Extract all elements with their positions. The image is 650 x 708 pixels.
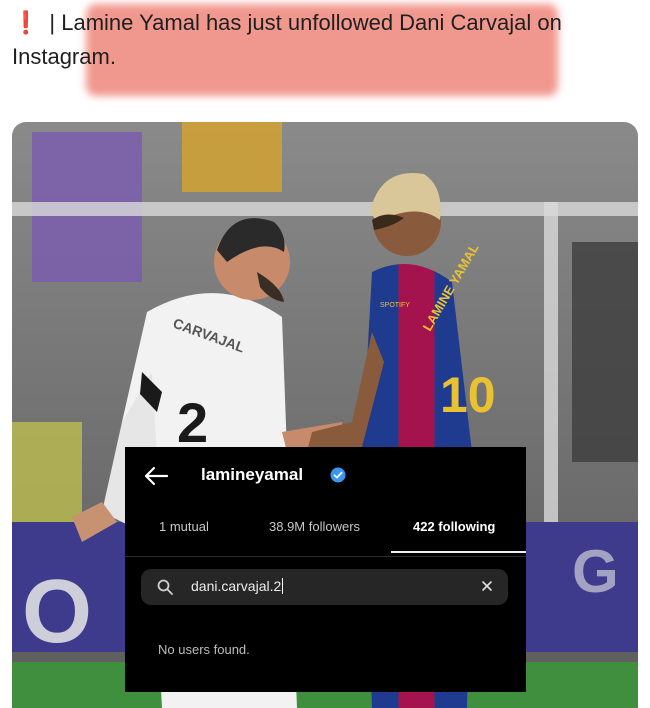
instagram-following-panel: lamineyamal 1 mutual 38.9M followers 422… [125, 447, 526, 692]
profile-header: lamineyamal [125, 457, 526, 497]
search-box[interactable]: dani.carvajal.2 [141, 569, 508, 605]
tab-mutual[interactable]: 1 mutual [159, 519, 209, 534]
clear-search-icon[interactable] [480, 579, 494, 593]
active-tab-indicator [391, 551, 526, 553]
verified-badge-icon [330, 467, 346, 483]
svg-text:G: G [572, 538, 619, 605]
profile-username: lamineyamal [201, 465, 304, 484]
svg-text:SPOTIFY: SPOTIFY [380, 302, 410, 309]
tabs-divider [125, 556, 526, 557]
search-icon [157, 579, 173, 595]
tweet-text: ❗ | Lamine Yamal has just unfollowed Dani… [12, 6, 572, 74]
search-input-value: dani.carvajal.2 [191, 578, 282, 594]
svg-text:10: 10 [440, 367, 496, 423]
svg-text:2: 2 [177, 391, 208, 454]
tab-followers[interactable]: 38.9M followers [269, 519, 360, 534]
exclamation-icon: ❗ [12, 10, 40, 35]
search-input[interactable]: dani.carvajal.2 [191, 578, 284, 594]
text-cursor [282, 578, 284, 594]
no-results-message: No users found. [158, 642, 250, 657]
tab-following[interactable]: 422 following [413, 519, 495, 534]
svg-text:O: O [22, 562, 92, 662]
back-arrow-icon[interactable] [143, 465, 169, 487]
tweet-body: | Lamine Yamal has just unfollowed Dani … [12, 10, 562, 69]
follow-tabs: 1 mutual 38.9M followers 422 following [125, 519, 526, 557]
